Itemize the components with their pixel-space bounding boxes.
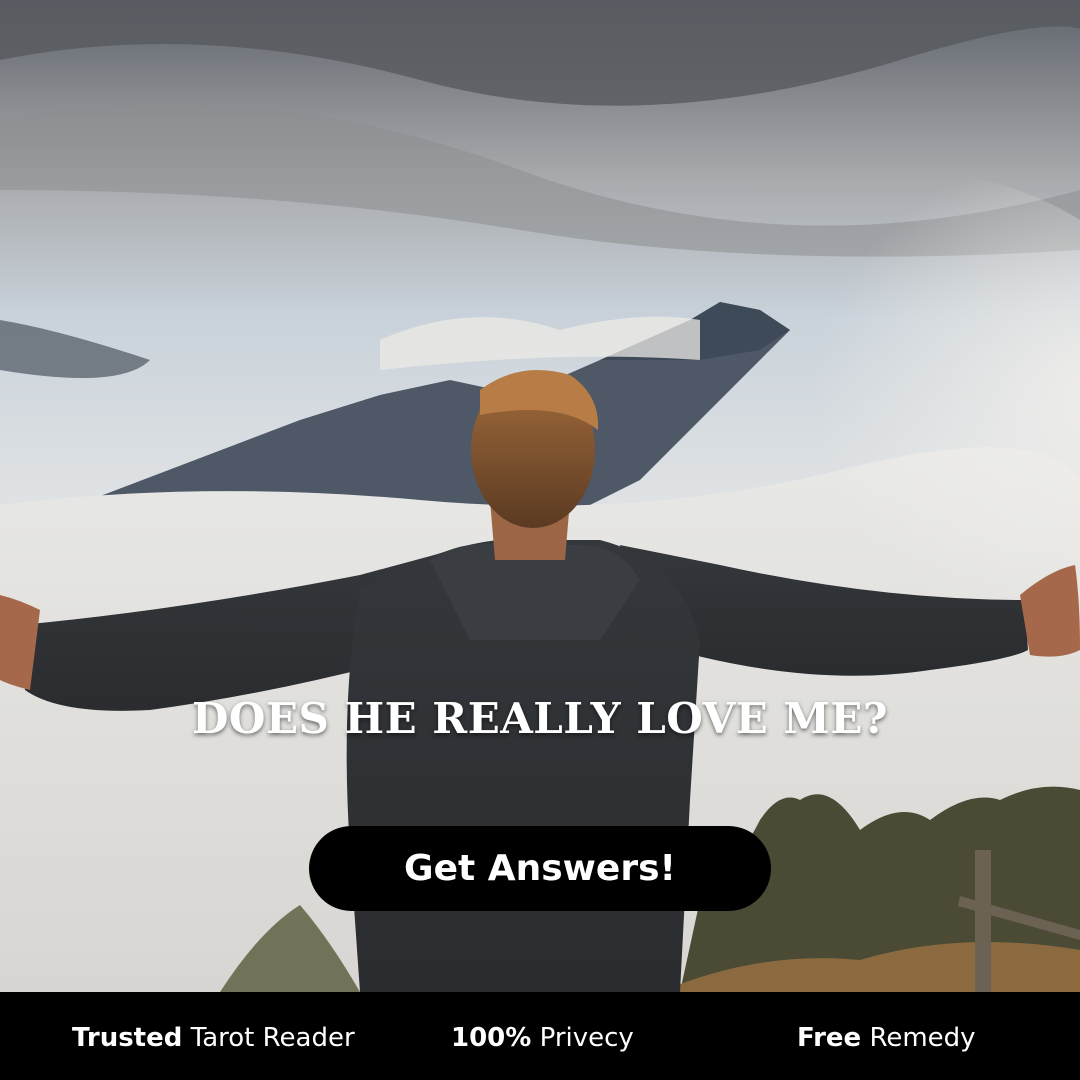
feature-strong: Free: [797, 1023, 862, 1053]
feature-free-remedy: Free Remedy: [797, 1022, 976, 1054]
feature-trusted-tarot-reader: Trusted Tarot Reader: [72, 1022, 355, 1054]
footer-bar: Trusted Tarot Reader 100% Privecy Free R…: [0, 992, 1080, 1080]
feature-strong: Trusted: [72, 1023, 183, 1053]
get-answers-button[interactable]: Get Answers!: [309, 826, 771, 911]
feature-strong: 100%: [451, 1023, 532, 1053]
feature-text: Tarot Reader: [182, 1023, 355, 1053]
feature-privacy: 100% Privecy: [451, 1022, 634, 1054]
headline: DOES HE REALLY LOVE ME?: [192, 694, 888, 743]
feature-text: Remedy: [861, 1023, 976, 1053]
fence-post: [975, 850, 991, 992]
feature-text: Privecy: [531, 1023, 634, 1053]
